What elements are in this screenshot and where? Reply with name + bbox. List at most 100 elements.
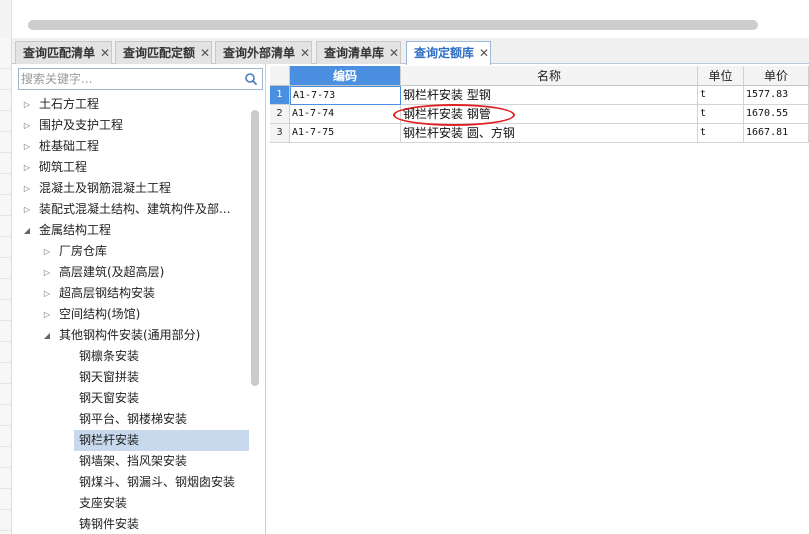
cell-unit[interactable]: t [698, 124, 744, 143]
edge-divider [0, 152, 11, 153]
category-tree-panel: ▷ 土石方工程 ▷ 围护及支护工程 ▷ 桩基础工程 ▷ 砌筑工程 ▷ 混凝土及钢筋混凝土工程 ▷ 装配… [12, 64, 266, 534]
edge-divider [0, 362, 11, 363]
tree-item-label: 土石方工程 [39, 97, 100, 111]
collapsed-arrow-icon[interactable]: ▷ [42, 304, 52, 325]
edge-divider [0, 173, 11, 174]
collapsed-arrow-icon[interactable]: ▷ [22, 199, 32, 220]
close-icon[interactable]: ✕ [199, 42, 211, 64]
expanded-arrow-icon[interactable]: ◢ [22, 220, 32, 241]
edge-divider [0, 68, 11, 69]
column-header-name[interactable]: 名称 [401, 66, 698, 86]
tree-item-label: 砌筑工程 [39, 160, 88, 174]
row-number[interactable]: 2 [270, 105, 290, 124]
cell-unit[interactable]: t [698, 105, 744, 124]
column-header-code[interactable]: 编码 [290, 66, 401, 86]
tab-query-external-list[interactable]: 查询外部清单 ✕ [215, 41, 313, 64]
collapsed-arrow-icon[interactable]: ▷ [42, 262, 52, 283]
tree-item[interactable]: 钢天窗拼装 [12, 367, 250, 388]
edge-divider [0, 341, 11, 342]
edge-divider [0, 299, 11, 300]
tree-item[interactable]: 钢煤斗、钢漏斗、钢烟囱安装 [12, 472, 250, 493]
collapsed-arrow-icon[interactable]: ▷ [22, 157, 32, 178]
tree-item[interactable]: ▷ 土石方工程 [12, 94, 250, 115]
tree-item-label: 其他钢构件安装(通用部分) [59, 328, 201, 342]
collapsed-arrow-icon[interactable]: ▷ [22, 115, 32, 136]
tree-item-label: 钢平台、钢楼梯安装 [79, 412, 188, 426]
tab-label: 查询定额库 [414, 46, 475, 60]
collapsed-arrow-icon[interactable]: ▷ [22, 178, 32, 199]
close-icon[interactable]: ✕ [299, 42, 311, 64]
tab-query-match-quota[interactable]: 查询匹配定额 ✕ [115, 41, 213, 64]
search-box [18, 68, 263, 90]
collapsed-arrow-icon[interactable]: ▷ [42, 241, 52, 262]
tree-item[interactable]: ◢ 其他钢构件安装(通用部分) [12, 325, 250, 346]
tree-item[interactable]: 铸钢件安装 [12, 514, 250, 534]
expanded-arrow-icon[interactable]: ◢ [42, 325, 52, 346]
close-icon[interactable]: ✕ [478, 42, 490, 64]
edge-divider [0, 488, 11, 489]
row-number[interactable]: 3 [270, 124, 290, 143]
tree-item[interactable]: 钢栏杆安装 [74, 430, 249, 451]
close-icon[interactable]: ✕ [388, 42, 400, 64]
cell-price[interactable]: 1667.81 [744, 124, 809, 143]
edge-divider [0, 446, 11, 447]
edge-divider [0, 236, 11, 237]
cell-code[interactable]: A1-7-73 [290, 86, 401, 105]
tab-label: 查询清单库 [324, 46, 385, 60]
edge-divider [0, 530, 11, 531]
search-icon[interactable] [244, 72, 258, 86]
tree-item-label: 厂房仓库 [59, 244, 108, 258]
cell-code[interactable]: A1-7-75 [290, 124, 401, 143]
cell-unit[interactable]: t [698, 86, 744, 105]
cell-code[interactable]: A1-7-74 [290, 105, 401, 124]
tree-item[interactable]: 钢墙架、挡风架安装 [12, 451, 250, 472]
collapsed-arrow-icon[interactable]: ▷ [22, 94, 32, 115]
tab-query-quota-library[interactable]: 查询定额库 ✕ [406, 41, 492, 65]
column-header-price[interactable]: 单价 [744, 66, 809, 86]
tree-item[interactable]: ▷ 超高层钢结构安装 [12, 283, 250, 304]
collapsed-arrow-icon[interactable]: ▷ [22, 136, 32, 157]
row-number[interactable]: 1 [270, 86, 290, 105]
tree-item[interactable]: 支座安装 [12, 493, 250, 514]
tree-item[interactable]: ▷ 空间结构(场馆) [12, 304, 250, 325]
tree-item-label: 金属结构工程 [39, 223, 112, 237]
tree-item-label: 空间结构(场馆) [59, 307, 141, 321]
edge-divider [0, 215, 11, 216]
search-input[interactable] [21, 70, 236, 88]
tab-query-list-library[interactable]: 查询清单库 ✕ [316, 41, 402, 64]
tab-label: 查询匹配清单 [23, 46, 96, 60]
tree-item[interactable]: ◢ 金属结构工程 [12, 220, 250, 241]
cell-name[interactable]: 钢栏杆安装 钢管 [401, 105, 698, 124]
cell-name[interactable]: 钢栏杆安装 圆、方钢 [401, 124, 698, 143]
tree-item-label: 装配式混凝土结构、建筑构件及部... [39, 202, 231, 216]
cell-price[interactable]: 1577.83 [744, 86, 809, 105]
tab-label: 查询匹配定额 [123, 46, 196, 60]
tree-item-label: 钢煤斗、钢漏斗、钢烟囱安装 [79, 475, 236, 489]
edge-divider [0, 320, 11, 321]
tree-item[interactable]: ▷ 高层建筑(及超高层) [12, 262, 250, 283]
collapsed-arrow-icon[interactable]: ▷ [42, 283, 52, 304]
column-header-unit[interactable]: 单位 [698, 66, 744, 86]
tree-item[interactable]: ▷ 混凝土及钢筋混凝土工程 [12, 178, 250, 199]
cell-price[interactable]: 1670.55 [744, 105, 809, 124]
tree-item[interactable]: ▷ 装配式混凝土结构、建筑构件及部... [12, 199, 250, 220]
tree-item[interactable]: ▷ 砌筑工程 [12, 157, 250, 178]
edge-divider [0, 257, 11, 258]
cell-name[interactable]: 钢栏杆安装 型钢 [401, 86, 698, 105]
tab-query-match-list[interactable]: 查询匹配清单 ✕ [15, 41, 113, 64]
tree-item[interactable]: ▷ 桩基础工程 [12, 136, 250, 157]
tree-item[interactable]: 钢檩条安装 [12, 346, 250, 367]
horizontal-scrollbar[interactable] [28, 20, 758, 30]
tree-item[interactable]: ▷ 围护及支护工程 [12, 115, 250, 136]
edge-divider [0, 278, 11, 279]
tree-item-label: 高层建筑(及超高层) [59, 265, 165, 279]
tree-item[interactable]: 钢平台、钢楼梯安装 [12, 409, 250, 430]
tree-item[interactable]: 钢天窗安装 [12, 388, 250, 409]
tree-item[interactable]: ▷ 厂房仓库 [12, 241, 250, 262]
vertical-scrollbar[interactable] [251, 110, 259, 386]
edge-divider [0, 194, 11, 195]
tree-item-label: 混凝土及钢筋混凝土工程 [39, 181, 172, 195]
close-icon[interactable]: ✕ [99, 42, 111, 64]
edge-divider [0, 110, 11, 111]
tree-item-label: 钢檩条安装 [79, 349, 140, 363]
